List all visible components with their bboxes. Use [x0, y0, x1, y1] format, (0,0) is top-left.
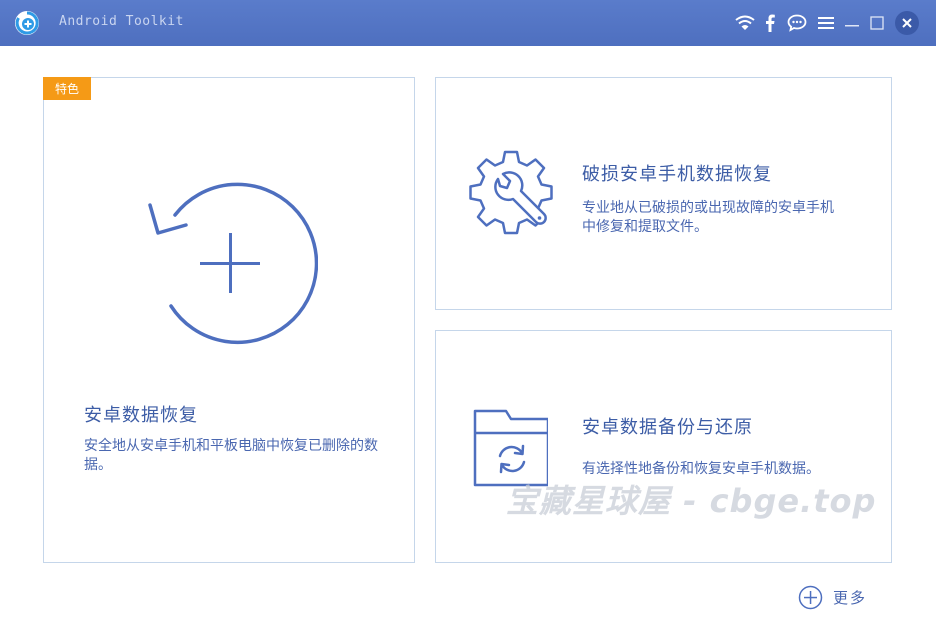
android-data-recovery-card[interactable]: 特色 安卓数据恢复 安全地从安卓手机和平板电脑中恢复已删除的数据。 — [43, 77, 415, 563]
featured-badge: 特色 — [43, 77, 91, 100]
main-card-description: 安全地从安卓手机和平板电脑中恢复已删除的数据。 — [84, 438, 378, 473]
more-button[interactable]: 更多 — [798, 585, 867, 610]
facebook-icon[interactable] — [758, 11, 782, 35]
menu-icon[interactable] — [814, 11, 838, 35]
recovery-restore-icon — [148, 178, 319, 352]
minimize-icon[interactable] — [840, 11, 864, 35]
repair-card-title: 破损安卓手机数据恢复 — [582, 164, 772, 185]
repair-card-description: 专业地从已破损的或出现故障的安卓手机中修复和提取文件。 — [582, 200, 834, 235]
close-icon — [902, 18, 912, 28]
app-logo-icon — [14, 10, 40, 36]
android-backup-restore-card[interactable]: 安卓数据备份与还原 有选择性地备份和恢复安卓手机数据。 — [435, 330, 892, 563]
plus-circle-icon — [798, 585, 823, 610]
chat-icon[interactable] — [785, 11, 809, 35]
broken-android-recovery-card[interactable]: 破损安卓手机数据恢复 专业地从已破损的或出现故障的安卓手机中修复和提取文件。 — [435, 77, 892, 310]
wifi-icon[interactable] — [733, 11, 757, 35]
app-title: Android Toolkit — [59, 14, 184, 29]
more-label: 更多 — [833, 589, 868, 607]
close-button[interactable] — [895, 11, 919, 35]
watermark: 宝藏星球屋 - cbge.top — [506, 482, 877, 520]
main-card-title: 安卓数据恢复 — [84, 405, 198, 426]
backup-card-title: 安卓数据备份与还原 — [582, 417, 753, 438]
title-bar: Android Toolkit — [0, 0, 936, 46]
gear-wrench-icon — [468, 150, 556, 242]
maximize-icon[interactable] — [865, 11, 889, 35]
